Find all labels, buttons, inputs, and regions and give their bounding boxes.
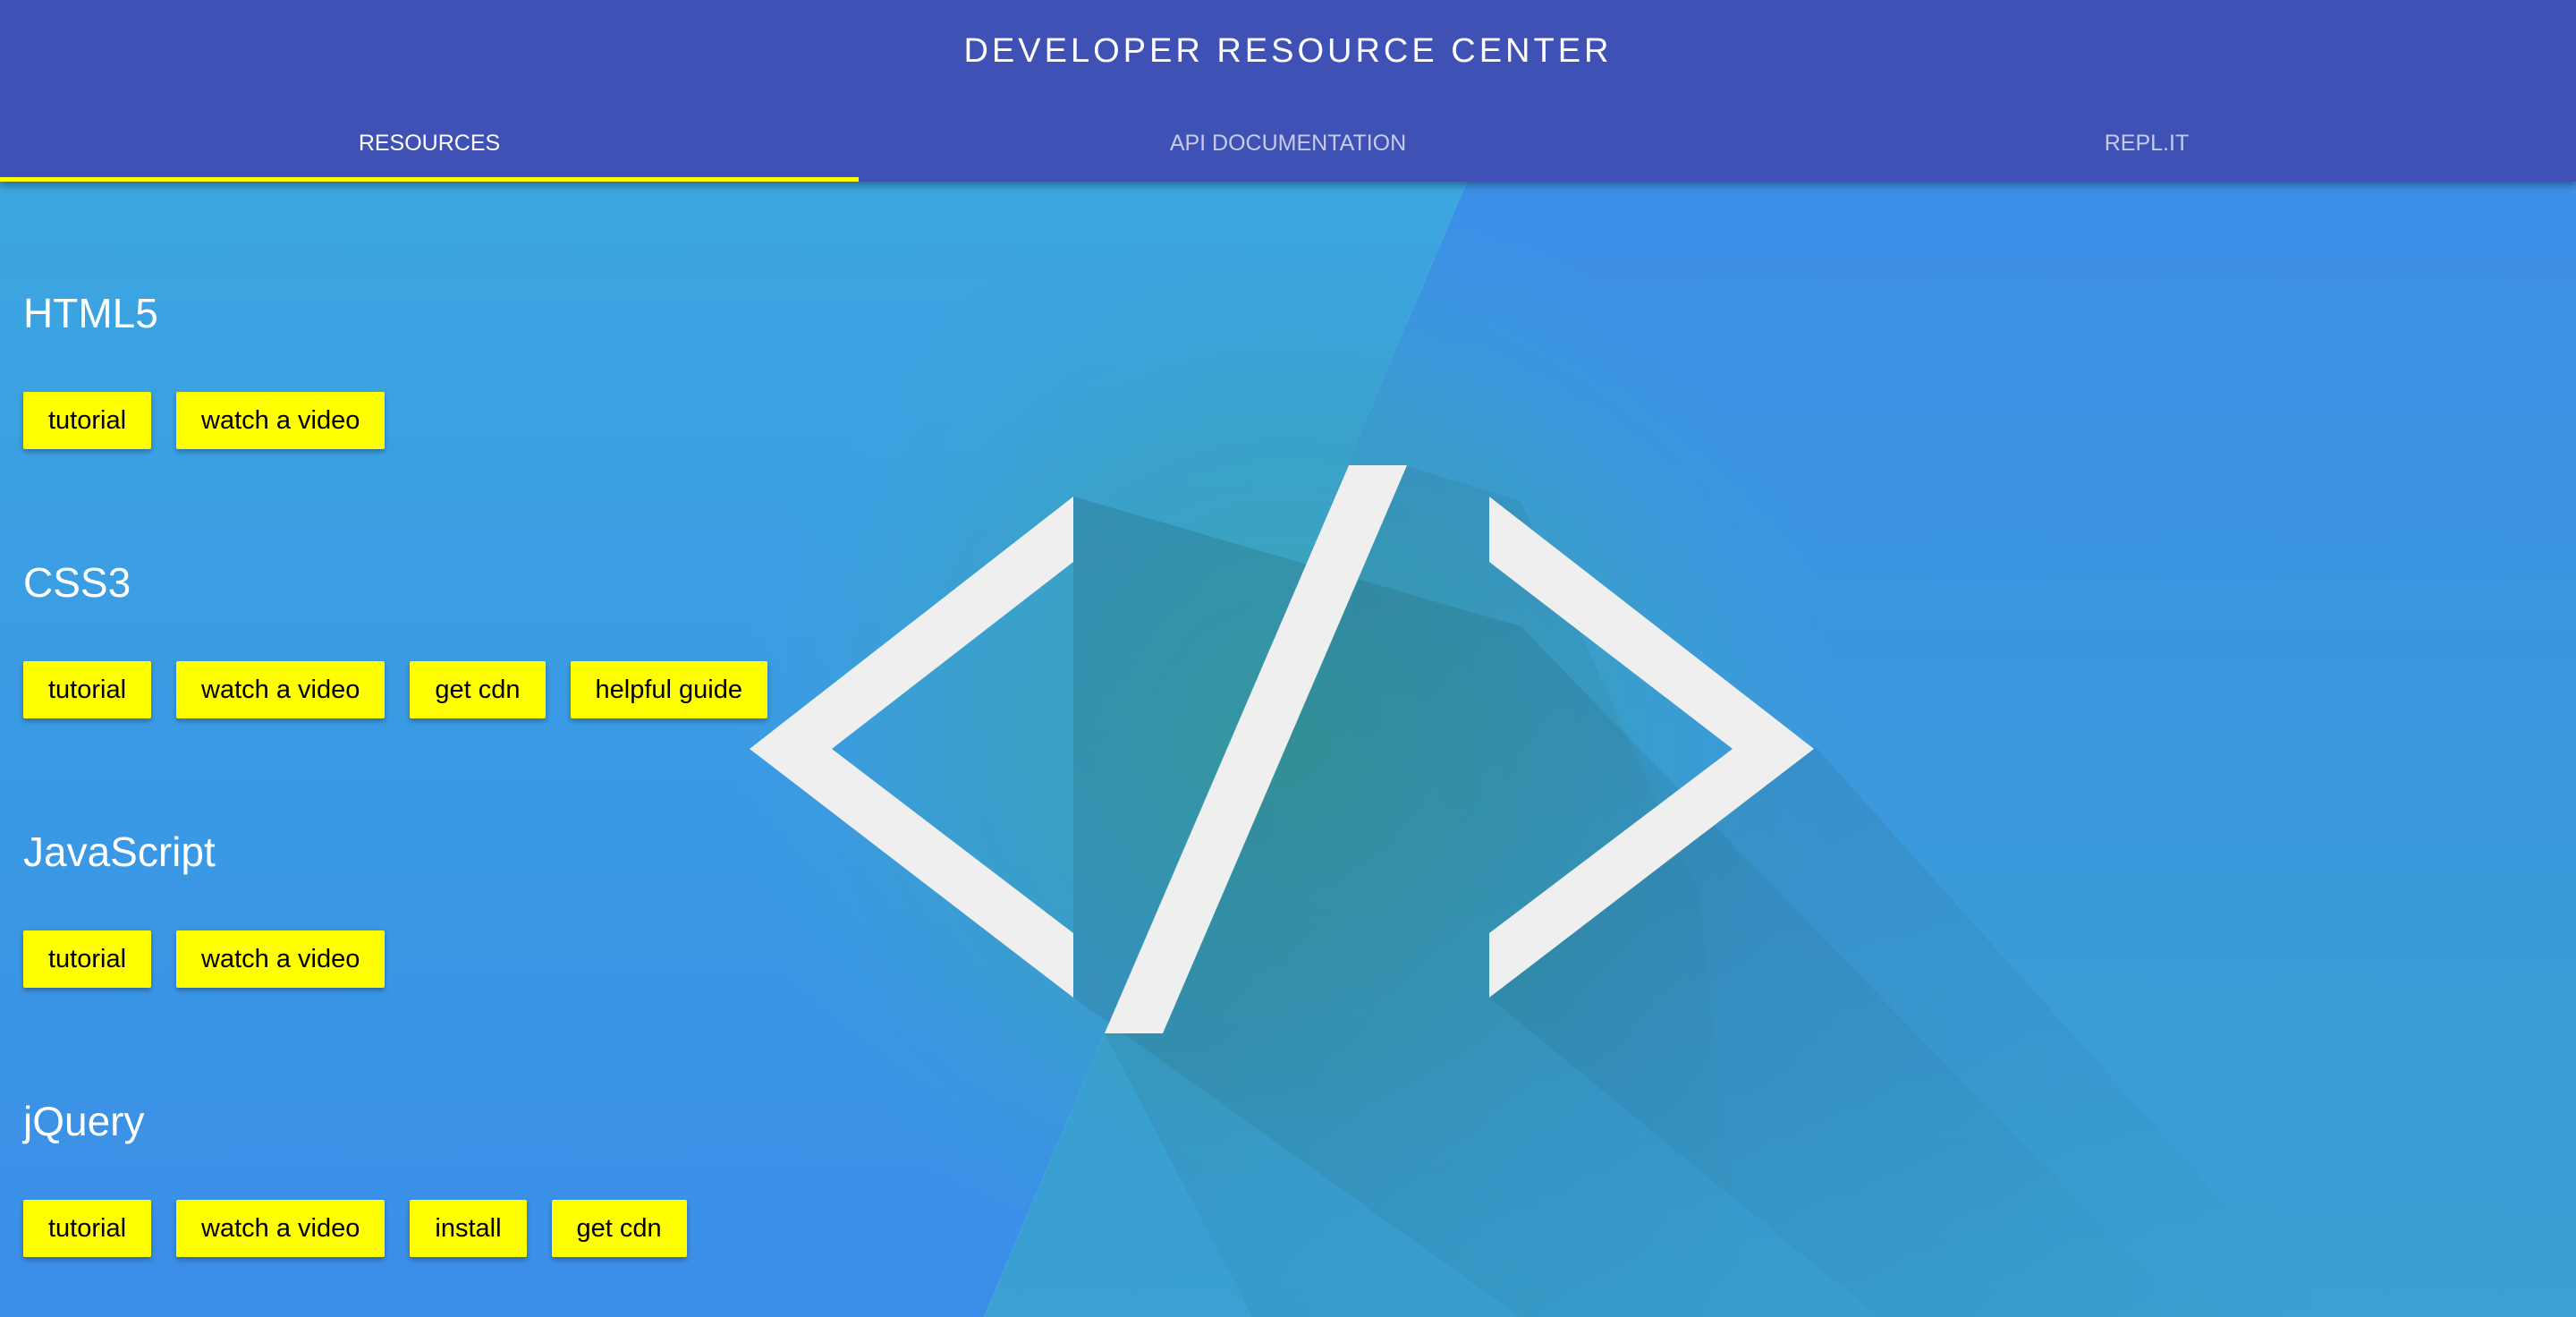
html5-watch-video-button[interactable]: watch a video <box>176 392 386 449</box>
javascript-tutorial-button[interactable]: tutorial <box>23 930 152 988</box>
javascript-watch-video-button[interactable]: watch a video <box>176 930 386 988</box>
css3-tutorial-button[interactable]: tutorial <box>23 661 152 718</box>
jquery-get-cdn-button[interactable]: get cdn <box>551 1200 687 1257</box>
section-title: JavaScript <box>23 828 216 875</box>
css3-helpful-guide-button[interactable]: helpful guide <box>570 661 767 718</box>
tab-repl-it[interactable]: REPL.IT <box>1717 107 2576 182</box>
app-header: DEVELOPER RESOURCE CENTER RESOURCES API … <box>0 0 2576 182</box>
page-title: DEVELOPER RESOURCE CENTER <box>963 32 1613 70</box>
jquery-tutorial-button[interactable]: tutorial <box>23 1200 152 1257</box>
jquery-watch-video-button[interactable]: watch a video <box>176 1200 386 1257</box>
app-window: DEVELOPER RESOURCE CENTER RESOURCES API … <box>0 0 2576 1317</box>
css3-get-cdn-button[interactable]: get cdn <box>410 661 546 718</box>
html5-tutorial-button[interactable]: tutorial <box>23 392 152 449</box>
hero-background <box>0 182 2576 1317</box>
button-row: tutorial watch a video <box>23 392 386 449</box>
jquery-install-button[interactable]: install <box>410 1200 527 1257</box>
button-row: tutorial watch a video <box>23 930 386 988</box>
tab-bar: RESOURCES API DOCUMENTATION REPL.IT <box>0 107 2576 182</box>
css3-watch-video-button[interactable]: watch a video <box>176 661 386 718</box>
section-title: jQuery <box>23 1098 145 1144</box>
section-title: CSS3 <box>23 559 131 606</box>
tab-api-documentation[interactable]: API DOCUMENTATION <box>859 107 1717 182</box>
hero-svg <box>0 182 2576 1317</box>
section-title: HTML5 <box>23 290 158 336</box>
button-row: tutorial watch a video install get cdn <box>23 1200 687 1257</box>
button-row: tutorial watch a video get cdn helpful g… <box>23 661 767 718</box>
tab-resources[interactable]: RESOURCES <box>0 107 859 182</box>
